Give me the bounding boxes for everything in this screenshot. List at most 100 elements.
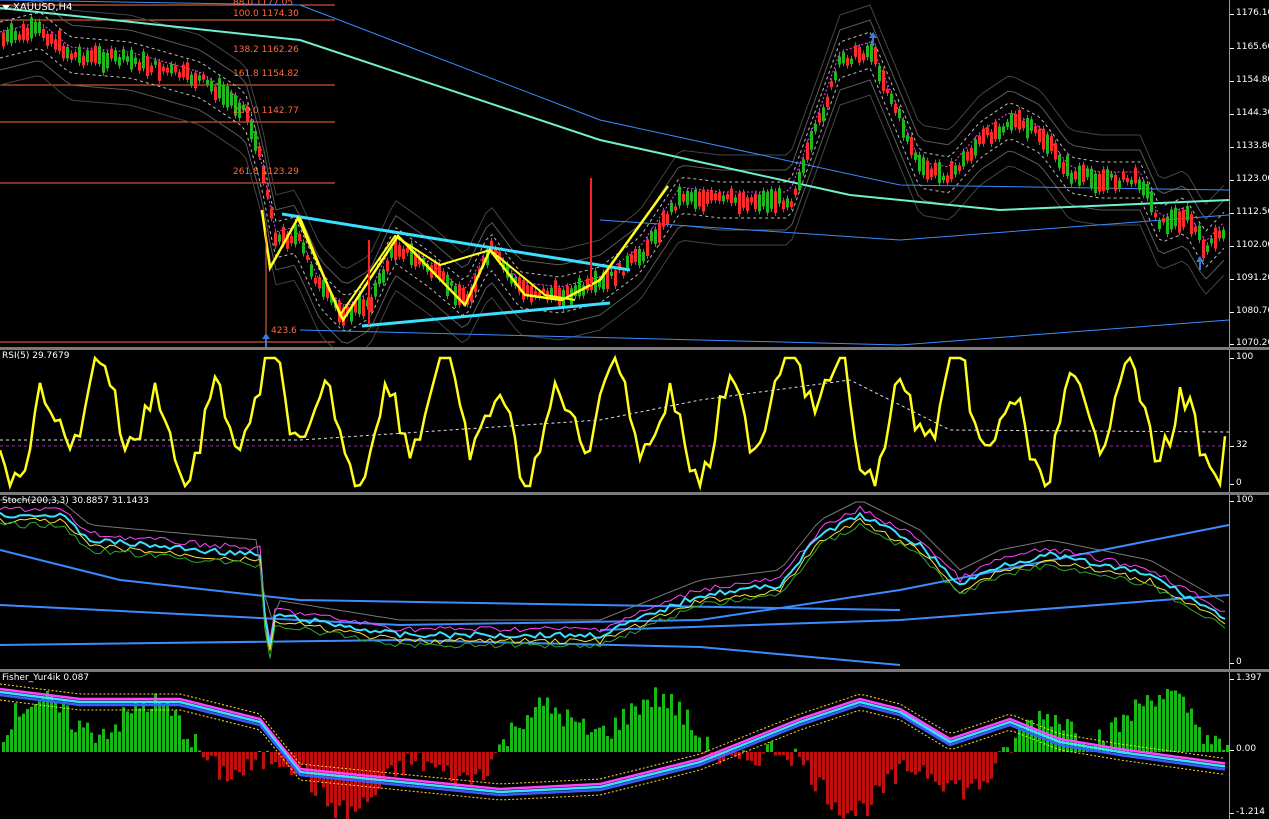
fisher-histogram-bar — [946, 752, 949, 784]
fisher-histogram-bar — [454, 752, 457, 789]
fisher-histogram-bar — [50, 694, 53, 752]
fisher-histogram-bar — [994, 752, 997, 764]
candle-body — [878, 65, 881, 82]
price-axis[interactable]: 1176.10 1165.60 1154.80 1144.30 1133.80 … — [1229, 0, 1269, 347]
candle-body — [638, 248, 641, 266]
candle-body — [810, 130, 813, 150]
price-chart-canvas[interactable]: 100.0 1174.30 138.2 1162.26 161.8 1154.82 2… — [0, 0, 1229, 347]
rsi-canvas[interactable] — [0, 350, 1229, 492]
candle-body — [1162, 218, 1165, 223]
candle-body — [578, 278, 581, 297]
candle-body — [702, 189, 705, 212]
candle-body — [106, 52, 109, 69]
candle-body — [714, 193, 717, 201]
candle-body — [226, 86, 229, 108]
rsi-axis[interactable]: 100 32 0 — [1229, 350, 1269, 492]
candle-body — [710, 189, 713, 201]
rsi-pane[interactable]: RSI(5) 29.7679 — [0, 350, 1229, 492]
fisher-histogram-bar — [1154, 706, 1157, 752]
candle-body — [310, 264, 313, 277]
fisher-histogram-bar — [934, 752, 937, 782]
candle-body — [78, 46, 81, 63]
candle-body — [1030, 119, 1033, 131]
candle-body — [110, 48, 113, 59]
candle-body — [1042, 128, 1045, 150]
candle-body — [150, 65, 153, 73]
candle-body — [766, 192, 769, 213]
fisher-histogram-bar — [1178, 693, 1181, 752]
candle-body — [974, 139, 977, 156]
candle-body — [1134, 167, 1137, 184]
price-tick: 1165.60 — [1230, 42, 1269, 52]
fisher-histogram-bar — [1158, 695, 1161, 752]
candle-body — [826, 96, 829, 107]
candle-body — [1002, 126, 1005, 133]
fisher-histogram-bar — [1202, 744, 1205, 752]
arrow-icon — [262, 333, 270, 347]
candle-body — [230, 92, 233, 106]
fisher-canvas[interactable] — [0, 672, 1229, 819]
candle-body — [834, 71, 837, 81]
candle-body — [278, 234, 281, 242]
candle-body — [1130, 179, 1133, 185]
candle-body — [314, 277, 317, 284]
fisher-histogram-bar — [146, 711, 149, 752]
candle-body — [214, 86, 217, 101]
fisher-histogram-bar — [230, 752, 233, 780]
fisher-histogram-bar — [810, 752, 813, 785]
fisher-histogram-bar — [594, 728, 597, 752]
fisher-histogram-bar — [1150, 700, 1153, 752]
fisher-histogram-bar — [794, 748, 797, 752]
fisher-pane[interactable]: Fisher_Yur4ik 0.087 — [0, 672, 1229, 819]
fisher-histogram-bar — [610, 738, 613, 752]
candle-body — [990, 131, 993, 144]
candle-body — [774, 191, 777, 213]
candle-body — [302, 242, 305, 254]
price-tick: 1144.30 — [1230, 108, 1269, 118]
fisher-histogram-bar — [470, 752, 473, 785]
candle-body — [134, 57, 137, 64]
candle-body — [786, 198, 789, 208]
fisher-histogram-bar — [238, 752, 241, 773]
candle-body — [210, 80, 213, 92]
dropdown-triangle-icon[interactable] — [2, 4, 10, 10]
symbol-label[interactable]: XAUUSD,H4 — [2, 2, 72, 13]
candle-body — [746, 197, 749, 211]
fisher-histogram-bar — [346, 752, 349, 819]
fisher-histogram-bar — [590, 732, 593, 752]
candle-body — [1182, 209, 1185, 228]
candle-body — [978, 135, 981, 144]
candle-body — [386, 260, 389, 272]
candle-body — [982, 128, 985, 144]
fisher-histogram-bar — [910, 752, 913, 773]
price-chart-pane[interactable]: 100.0 1174.30 138.2 1162.26 161.8 1154.82 2… — [0, 0, 1229, 347]
fisher-histogram-bar — [930, 752, 933, 775]
candle-body — [1022, 120, 1025, 129]
fisher-histogram-bar — [222, 752, 225, 767]
fisher-axis[interactable]: 1.397 0.00 -1.214 — [1229, 672, 1269, 819]
fisher-histogram-bar — [26, 708, 29, 752]
fisher-histogram-bar — [578, 722, 581, 752]
fisher-histogram-bar — [418, 752, 421, 753]
fisher-histogram-bar — [122, 707, 125, 752]
fisher-histogram-bar — [542, 705, 545, 752]
stoch-canvas[interactable] — [0, 495, 1229, 669]
fisher-histogram-bar — [94, 742, 97, 752]
fisher-histogram-bar — [746, 752, 749, 761]
stoch-axis[interactable]: 100 0 — [1229, 495, 1269, 669]
candle-body — [254, 131, 257, 152]
candle-body — [630, 254, 633, 263]
fisher-histogram-bar — [850, 752, 853, 811]
fisher-histogram-bar — [1186, 712, 1189, 752]
fisher-histogram-bar — [90, 732, 93, 752]
fisher-histogram-bar — [902, 752, 905, 761]
fisher-histogram-bar — [366, 752, 369, 803]
candle-body — [858, 47, 861, 63]
rsi-tick: 32 — [1230, 440, 1248, 450]
stoch-title: Stoch(200,3,3) 30.8857 31.1433 — [2, 496, 149, 506]
stoch-pane[interactable]: Stoch(200,3,3) 30.8857 31.1433 — [0, 495, 1229, 669]
fisher-histogram-bar — [206, 752, 209, 761]
fisher-histogram-bar — [234, 752, 237, 771]
ma-blue-line — [299, 319, 1229, 346]
fisher-histogram-bar — [630, 703, 633, 752]
